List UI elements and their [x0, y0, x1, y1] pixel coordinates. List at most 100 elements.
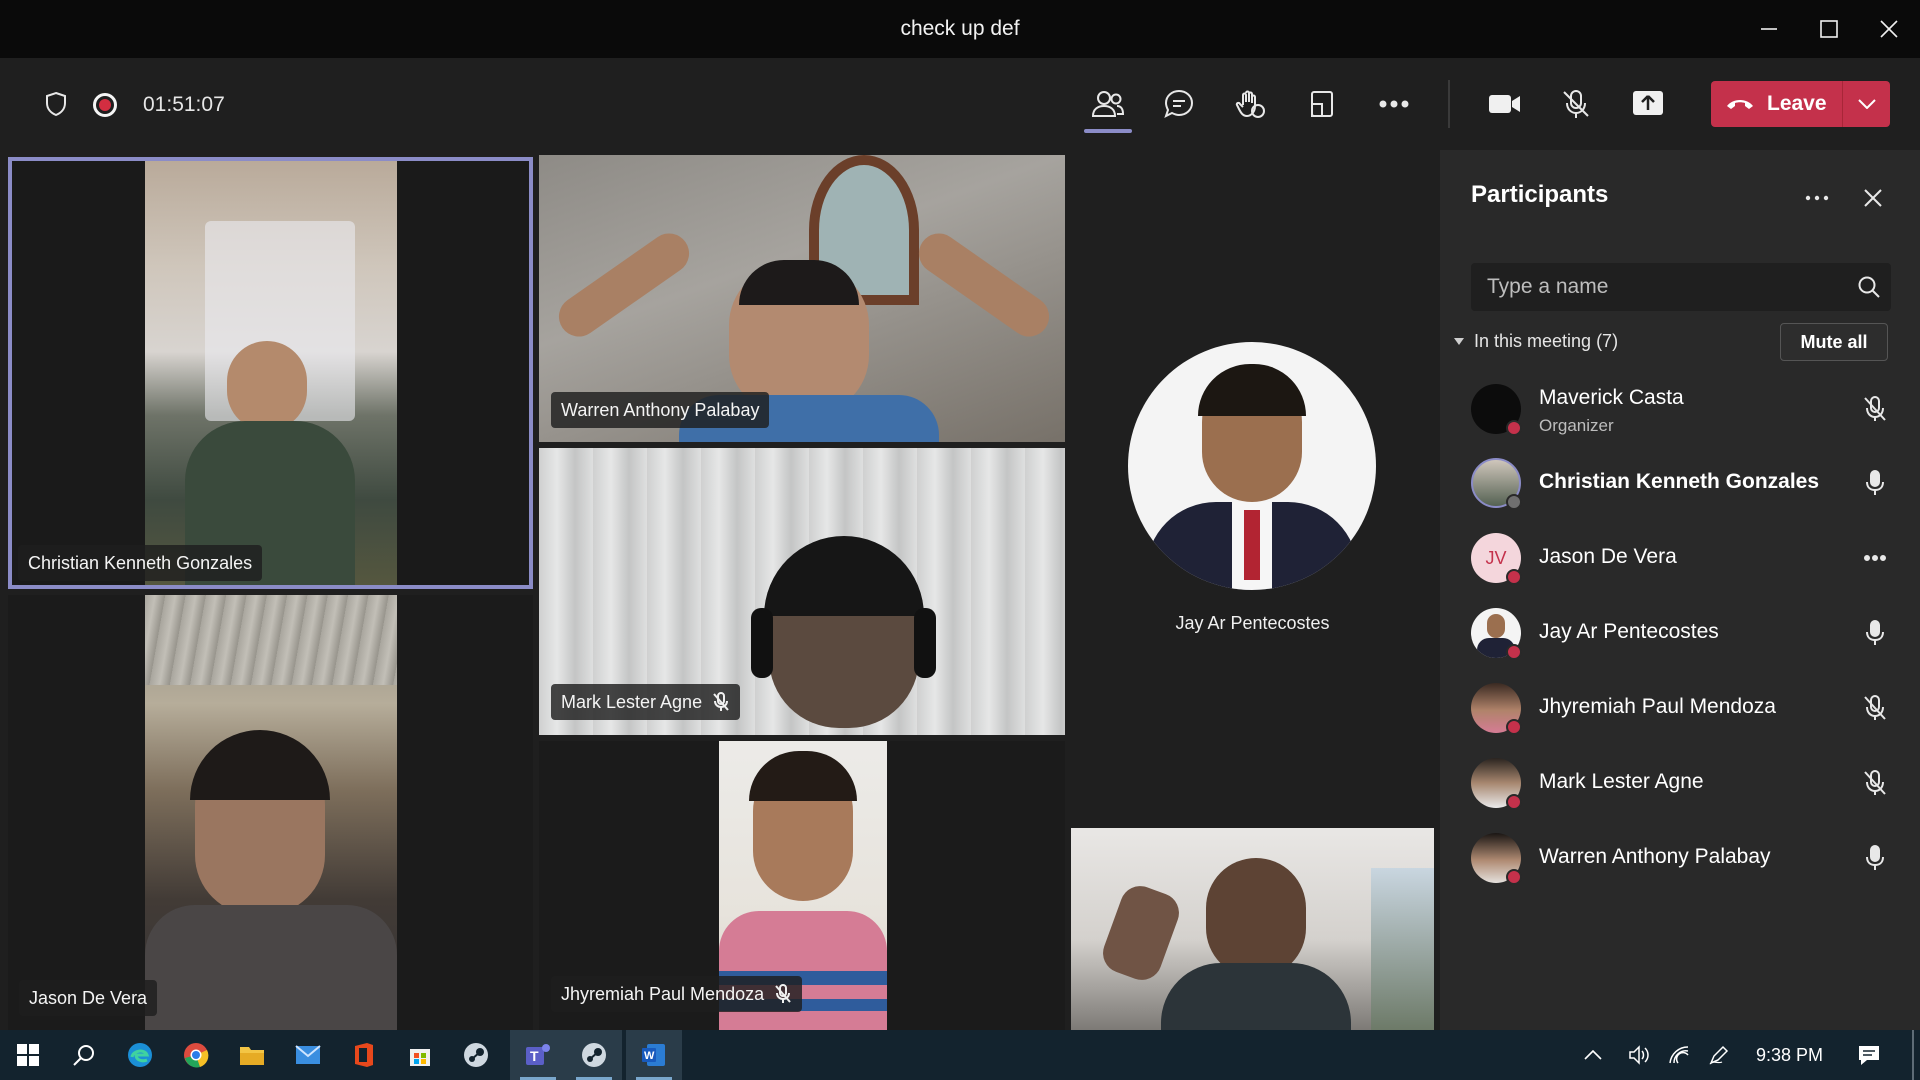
shield-icon[interactable] [40, 88, 72, 120]
show-hidden-icons-button[interactable] [1576, 1030, 1610, 1080]
video-tile-mark[interactable]: Mark Lester Agne [539, 448, 1065, 735]
participant-name-tag: Jason De Vera [19, 980, 158, 1016]
video-tile-christian[interactable]: Christian Kenneth Gonzales [8, 157, 533, 589]
status-presence-icon [1506, 644, 1522, 660]
action-center-button[interactable] [1844, 1030, 1894, 1080]
participant-search-input[interactable] [1487, 263, 1847, 311]
leave-button[interactable]: Leave [1711, 81, 1842, 127]
participants-panel: Participants In this meeting (7) Mute al… [1440, 150, 1920, 1030]
file-explorer-app[interactable] [224, 1030, 280, 1080]
chrome-icon [184, 1043, 209, 1068]
participant-row[interactable]: Jhyremiah Paul Mendoza [1440, 675, 1920, 739]
mic-off-icon[interactable] [1860, 768, 1890, 798]
mail-app[interactable] [280, 1030, 336, 1080]
mic-off-icon[interactable] [1860, 693, 1890, 723]
video-tile-jason[interactable]: Jason De Vera [8, 595, 533, 1030]
leave-button-group: Leave [1711, 81, 1890, 127]
video-tile-maverick[interactable] [1071, 828, 1434, 1030]
participant-name-tag: Mark Lester Agne [551, 684, 741, 720]
windows-logo-icon [17, 1044, 39, 1066]
mic-off-icon [1563, 90, 1589, 118]
minimize-button[interactable] [1740, 0, 1798, 58]
leave-options-dropdown[interactable] [1843, 81, 1890, 127]
mic-off-icon [712, 692, 730, 712]
store-app[interactable] [392, 1030, 448, 1080]
title-bar: check up def [0, 0, 1920, 58]
windows-taskbar: T W 9:38 PM [0, 1030, 1920, 1080]
search-icon [73, 1045, 94, 1066]
more-actions-button[interactable] [1374, 86, 1414, 122]
close-panel-button[interactable] [1853, 180, 1893, 216]
chevron-down-icon [1454, 338, 1464, 345]
taskbar-clock[interactable]: 9:38 PM [1756, 1045, 1823, 1066]
teams-app[interactable]: T [510, 1030, 566, 1080]
chat-button[interactable] [1159, 86, 1199, 122]
close-window-button[interactable] [1860, 0, 1918, 58]
participants-active-indicator [1084, 129, 1132, 133]
participant-row[interactable]: Maverick Casta Organizer [1440, 376, 1920, 440]
status-presence-icon [1506, 569, 1522, 585]
share-content-button[interactable] [1628, 86, 1668, 122]
participant-name: Jhyremiah Paul Mendoza [1539, 695, 1776, 718]
participant-video [1071, 828, 1434, 1030]
network-button[interactable] [1662, 1030, 1696, 1080]
steam-app[interactable] [448, 1030, 504, 1080]
share-tray-button[interactable] [1302, 86, 1342, 122]
mic-off-icon[interactable] [1860, 394, 1890, 424]
show-desktop-button[interactable] [1912, 1030, 1914, 1080]
mic-icon[interactable] [1860, 468, 1890, 498]
participant-avatar [1128, 342, 1376, 590]
participant-row[interactable]: Mark Lester Agne [1440, 750, 1920, 814]
panel-title: Participants [1471, 181, 1609, 208]
office-app[interactable] [336, 1030, 392, 1080]
volume-button[interactable] [1622, 1030, 1656, 1080]
store-icon [410, 1049, 430, 1066]
svg-text:W: W [644, 1050, 655, 1062]
participant-name: Maverick Casta [1539, 386, 1684, 409]
participant-search [1471, 263, 1891, 311]
microphone-button[interactable] [1556, 86, 1596, 122]
more-icon[interactable] [1860, 543, 1890, 573]
mic-icon[interactable] [1860, 843, 1890, 873]
mic-icon[interactable] [1860, 618, 1890, 648]
minimize-icon [1761, 28, 1777, 30]
participants-button[interactable] [1088, 86, 1128, 122]
steam-app-active[interactable] [566, 1030, 622, 1080]
chevron-up-icon [1584, 1050, 1602, 1060]
mute-all-button[interactable]: Mute all [1780, 323, 1888, 361]
search-icon[interactable] [1857, 275, 1881, 304]
participant-video [145, 595, 397, 1030]
participant-name: Mark Lester Agne [1539, 770, 1704, 793]
camera-button[interactable] [1485, 86, 1525, 122]
word-app[interactable]: W [626, 1030, 682, 1080]
maximize-button[interactable] [1800, 0, 1858, 58]
meeting-timer: 01:51:07 [143, 93, 225, 116]
section-label: In this meeting (7) [1474, 331, 1619, 351]
chrome-app[interactable] [168, 1030, 224, 1080]
window-title: check up def [900, 17, 1020, 40]
video-tile-jhyremiah[interactable]: Jhyremiah Paul Mendoza [539, 741, 1065, 1030]
wifi-icon [1669, 1046, 1689, 1064]
reactions-button[interactable] [1230, 86, 1270, 122]
rooms-icon [1311, 91, 1333, 117]
participant-row[interactable]: JV Jason De Vera [1440, 525, 1920, 589]
panel-more-button[interactable] [1797, 180, 1837, 216]
participant-name: Christian Kenneth Gonzales [1539, 470, 1820, 493]
in-meeting-section-toggle[interactable]: In this meeting (7) [1454, 331, 1618, 352]
chevron-down-icon [1857, 99, 1876, 109]
camera-icon [1489, 95, 1520, 113]
participant-name-tag: Jhyremiah Paul Mendoza [551, 976, 803, 1012]
status-presence-icon [1506, 869, 1522, 885]
taskbar-search-button[interactable] [56, 1030, 112, 1080]
people-icon [1091, 91, 1125, 117]
svg-text:T: T [530, 1048, 539, 1064]
steam-icon [582, 1043, 606, 1067]
participant-row[interactable]: Jay Ar Pentecostes [1440, 600, 1920, 664]
edge-app[interactable] [112, 1030, 168, 1080]
pen-workspace-button[interactable] [1702, 1030, 1736, 1080]
video-tile-warren[interactable]: Warren Anthony Palabay [539, 155, 1065, 442]
start-button[interactable] [0, 1030, 56, 1080]
video-tile-jay-ar[interactable]: Jay Ar Pentecostes [1071, 155, 1434, 658]
participant-row[interactable]: Christian Kenneth Gonzales [1440, 450, 1920, 514]
participant-row[interactable]: Warren Anthony Palabay [1440, 825, 1920, 889]
